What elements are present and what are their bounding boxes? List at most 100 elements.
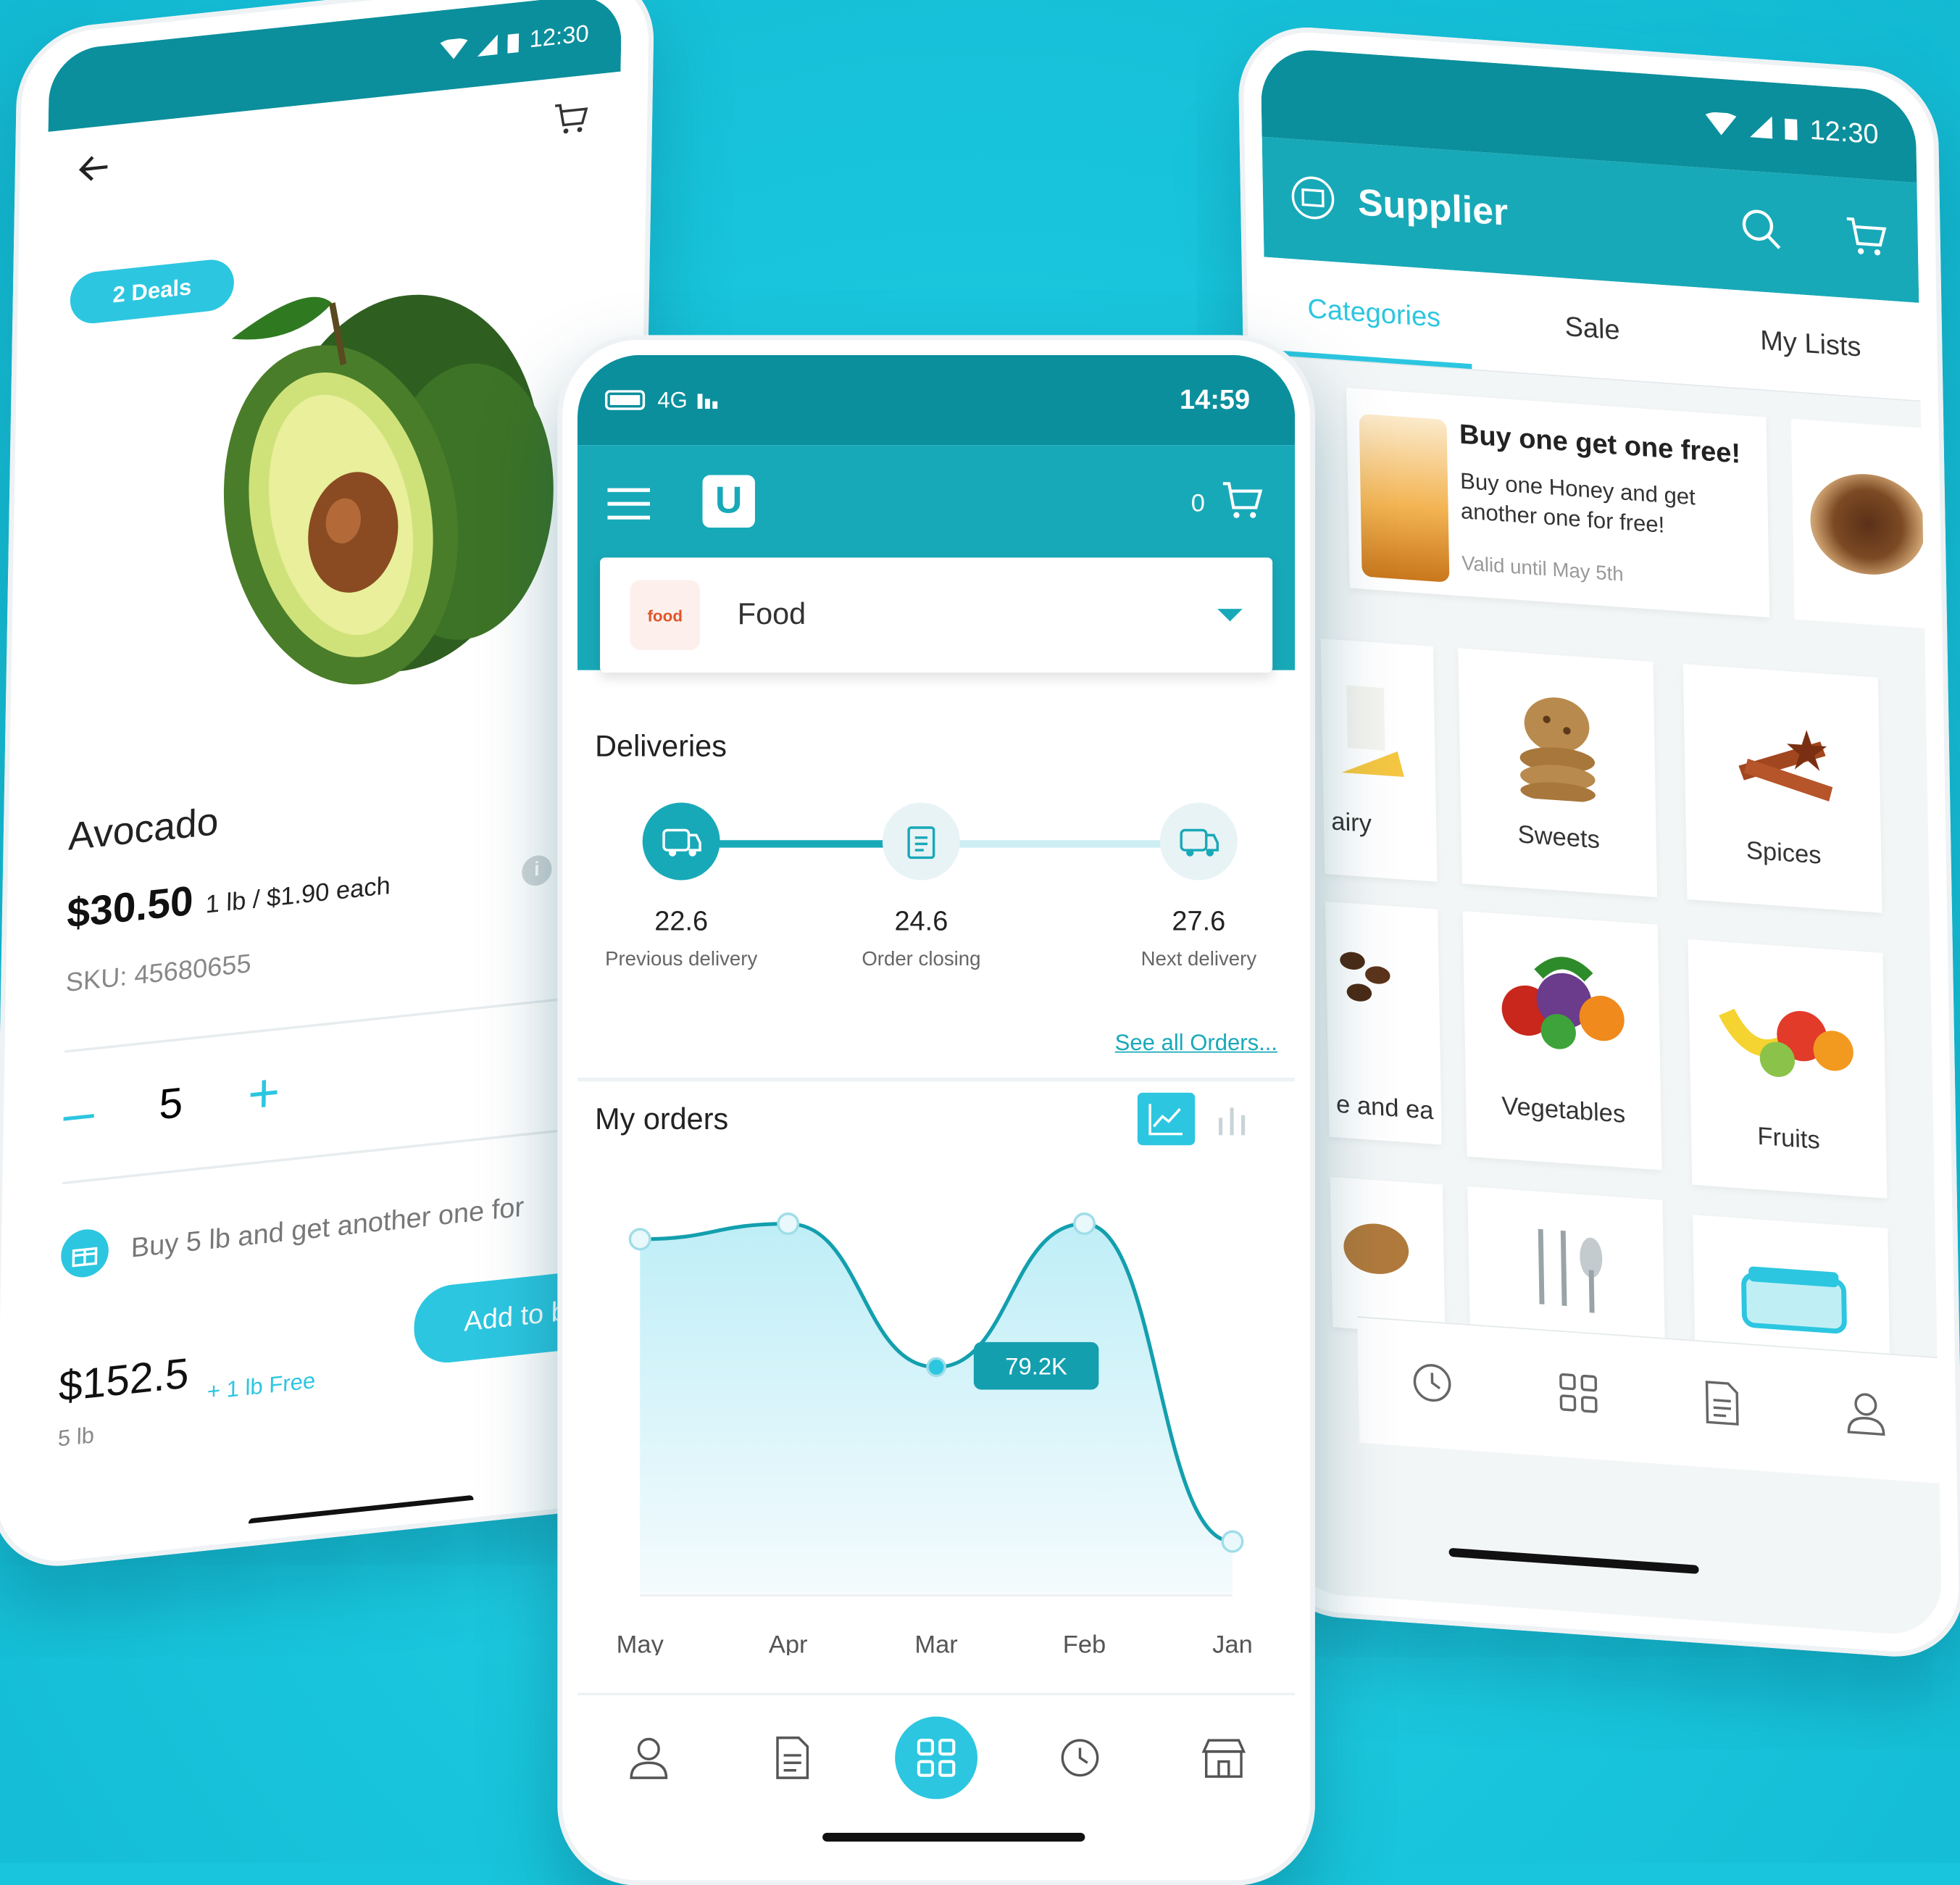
history-icon[interactable]	[1038, 1717, 1121, 1799]
status-left: 4G	[604, 387, 725, 413]
grid-icon[interactable]	[895, 1716, 978, 1799]
category-sweets[interactable]: Sweets	[1458, 648, 1658, 897]
history-icon[interactable]	[1410, 1360, 1454, 1411]
cutlery-image	[1515, 1215, 1617, 1334]
unit-price: 1 lb / $1.90 each	[205, 872, 391, 920]
back-arrow-icon[interactable]	[78, 150, 111, 186]
category-coffee-tea[interactable]: e and ea	[1325, 901, 1442, 1145]
cart-icon[interactable]	[1843, 212, 1891, 266]
category-spices[interactable]: Spices	[1682, 664, 1882, 913]
x-tick-label: Feb	[1063, 1631, 1106, 1655]
orders-area-chart: May Apr Mar Feb Jan 79.2K	[617, 1212, 1253, 1655]
truck-icon	[1180, 828, 1219, 857]
category-vegetables[interactable]: Vegetables	[1462, 911, 1662, 1170]
divider	[577, 1078, 1296, 1082]
chart-point[interactable]	[777, 1212, 800, 1236]
bar-chart-icon	[1218, 1107, 1246, 1136]
menu-icon[interactable]	[607, 488, 651, 526]
divider	[64, 993, 605, 1053]
tart-image	[1809, 470, 1927, 579]
store-icon	[1290, 173, 1335, 228]
price-value: $30.50	[66, 876, 194, 937]
tab-sale[interactable]: Sale	[1482, 272, 1703, 386]
page-title: Supplier	[1357, 182, 1509, 234]
document-icon[interactable]	[751, 1717, 834, 1799]
delivery-label: Previous delivery	[605, 949, 758, 970]
phone-supplier: 12:30 Supplier Categories Sale My Lists	[1237, 22, 1960, 1662]
battery-icon	[1784, 118, 1798, 141]
status-time: 14:59	[1180, 383, 1251, 415]
bread-image	[1338, 1202, 1414, 1320]
line-chart-toggle[interactable]	[1137, 1092, 1196, 1146]
tooltip-value: 79.2K	[1005, 1353, 1067, 1380]
category-label: Fruits	[1757, 1123, 1821, 1155]
see-all-orders-link[interactable]: See all Orders...	[1115, 1030, 1277, 1056]
promo-banner[interactable]: Buy one get one free! Buy one Honey and …	[1346, 388, 1770, 617]
chart-point[interactable]	[1072, 1212, 1096, 1236]
battery-icon	[604, 390, 646, 410]
phone-product-detail: 12:30 2 Deals Avocado $30.50 1 lb / $1.9…	[0, 0, 655, 1573]
selector-value: Food	[737, 597, 806, 632]
gift-icon	[60, 1227, 109, 1280]
delivery-value: 27.6	[1172, 904, 1226, 937]
bar-chart-toggle[interactable]	[1207, 1093, 1257, 1145]
promo-banner-next[interactable]	[1790, 419, 1943, 630]
search-icon[interactable]	[1740, 206, 1783, 257]
banner-validity: Valid until May 5th	[1461, 553, 1624, 586]
avocado-image	[223, 294, 554, 685]
battery-icon	[508, 33, 520, 54]
home-indicator	[822, 1832, 1085, 1842]
chart-point[interactable]	[1221, 1530, 1244, 1553]
delivery-node-previous[interactable]	[642, 802, 720, 881]
user-icon[interactable]	[1843, 1389, 1887, 1443]
chevron-down-icon	[1217, 609, 1243, 622]
total-weight: 5 lb	[57, 1422, 95, 1452]
document-icon[interactable]	[1702, 1378, 1740, 1432]
total-price: $152.5	[58, 1349, 190, 1412]
status-time: 12:30	[1809, 114, 1879, 150]
category-dairy[interactable]: airy	[1320, 638, 1438, 882]
quantity-value: 5	[159, 1078, 183, 1129]
chart-point[interactable]	[628, 1228, 651, 1251]
promo-row: Buy 5 lb and get another one for	[60, 1183, 525, 1280]
category-label: airy	[1330, 807, 1372, 839]
line-chart-icon	[1148, 1104, 1183, 1136]
info-icon[interactable]: i	[521, 854, 552, 888]
increase-button[interactable]: +	[247, 1062, 280, 1126]
signal-icon	[697, 394, 718, 409]
decrease-button[interactable]: –	[63, 1081, 95, 1146]
product-price: $30.50 1 lb / $1.90 each	[67, 856, 391, 938]
store-icon[interactable]	[1182, 1717, 1264, 1799]
home-indicator	[248, 1494, 474, 1528]
truck-icon	[662, 828, 701, 857]
vegetables-image	[1488, 945, 1640, 1068]
category-label: e and ea	[1335, 1091, 1434, 1125]
tab-my-lists[interactable]: My Lists	[1701, 288, 1921, 401]
bottom-nav	[577, 1692, 1296, 1820]
category-label: Spices	[1746, 837, 1822, 870]
delivery-value: 22.6	[654, 904, 709, 937]
supplier-selector[interactable]: food Food	[600, 557, 1273, 673]
delivery-node-closing[interactable]	[882, 802, 960, 881]
delivery-node-next[interactable]	[1159, 802, 1238, 881]
chart-point[interactable]	[926, 1357, 946, 1378]
tab-categories[interactable]: Categories	[1264, 257, 1484, 370]
screen-product-detail: 12:30 2 Deals Avocado $30.50 1 lb / $1.9…	[23, 0, 622, 1548]
quantity-stepper: – 5 +	[63, 1062, 280, 1146]
delivery-tracker: 22.6 Previous delivery 24.6 Order closin…	[577, 790, 1295, 1040]
category-fruits[interactable]: Fruits	[1688, 939, 1888, 1199]
cookies-image	[1506, 684, 1609, 804]
grid-icon[interactable]	[1556, 1370, 1600, 1421]
x-tick-label: Jan	[1212, 1631, 1253, 1655]
category-bakery[interactable]	[1330, 1176, 1446, 1336]
fruits-image	[1714, 973, 1866, 1097]
status-bar: 4G 14:59	[577, 354, 1296, 446]
cart-icon[interactable]	[552, 97, 591, 138]
spices-image	[1731, 700, 1833, 820]
clipboard-icon	[907, 826, 935, 860]
x-tick-label: Mar	[914, 1631, 957, 1655]
user-icon[interactable]	[608, 1717, 691, 1799]
cart-icon[interactable]	[1217, 478, 1267, 529]
home-indicator	[1448, 1547, 1699, 1574]
dairy-image	[1334, 672, 1411, 790]
